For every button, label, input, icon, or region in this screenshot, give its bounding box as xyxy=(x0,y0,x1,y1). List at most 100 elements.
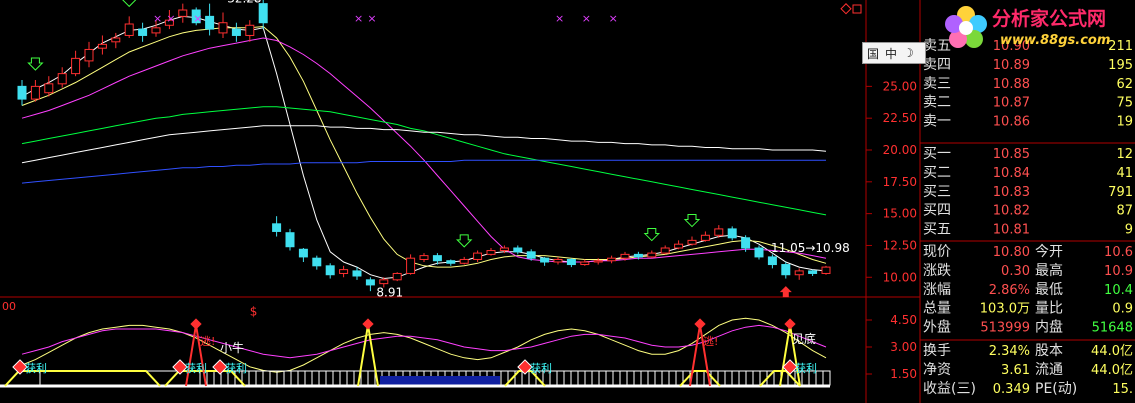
top-x-marker: × xyxy=(153,12,162,25)
bid-price: 10.82 xyxy=(993,204,1030,219)
fin-value: 3.61 xyxy=(1001,363,1030,378)
price-tick-label: 17.50 xyxy=(883,175,917,189)
bid-price: 10.84 xyxy=(993,166,1030,181)
candle-body xyxy=(57,73,67,85)
stock-chart-canvas: 27.5025.0022.5020.0017.5015.0012.5010.00… xyxy=(0,0,1135,403)
price-tick-label: 12.50 xyxy=(883,238,917,252)
ime-lang-icon[interactable]: 国 xyxy=(867,45,879,62)
bid-label: 买三 xyxy=(923,184,951,200)
site-logo: 分析家公式网 www.88gs.com xyxy=(938,4,1135,50)
stat-value: 103.0万 xyxy=(980,302,1030,317)
candle-body xyxy=(446,260,456,264)
right-price-label: 11.05→10.98 xyxy=(771,241,850,255)
logo-url: www.88gs.com xyxy=(1000,33,1110,48)
stat-label: 内盘 xyxy=(1035,319,1063,336)
candle-body xyxy=(339,269,349,274)
indicator-tick-label: 1.50 xyxy=(890,367,917,381)
fin-label: 收益(三) xyxy=(923,381,976,397)
candle-body xyxy=(633,253,643,258)
stat-value: 10.4 xyxy=(1104,283,1133,298)
candle-body xyxy=(71,57,81,75)
ask-price: 10.88 xyxy=(993,77,1030,92)
candle-body xyxy=(124,23,134,36)
candle-body xyxy=(379,279,389,285)
stat-label: 今开 xyxy=(1035,244,1063,260)
candle-body xyxy=(767,256,777,266)
moon-icon[interactable]: ☽ xyxy=(903,46,914,60)
candle-body xyxy=(526,251,536,259)
candle-body xyxy=(647,252,657,258)
candle-body xyxy=(741,237,751,249)
candle-body xyxy=(794,270,804,276)
ime-mode-label[interactable]: 中 xyxy=(885,45,897,62)
candle-body xyxy=(553,258,563,263)
ask-price: 10.86 xyxy=(993,115,1030,130)
bid-volume: 791 xyxy=(1108,185,1133,200)
candle-body xyxy=(218,22,228,34)
top-x-marker: × xyxy=(582,12,591,25)
candle-body xyxy=(499,247,509,252)
candle-body xyxy=(245,24,255,36)
candle-body xyxy=(540,257,550,263)
flower-logo-icon: 分析家公式网 www.88gs.com xyxy=(945,6,1110,48)
stat-value: 2.86% xyxy=(989,283,1030,298)
price-tick-label: 25.00 xyxy=(883,79,917,93)
candle-body xyxy=(44,83,54,94)
price-tick-label: 20.00 xyxy=(883,143,917,157)
ask-volume: 75 xyxy=(1116,96,1133,111)
ask-volume: 62 xyxy=(1116,77,1133,92)
candle-body xyxy=(660,247,670,254)
band-blue-block xyxy=(380,376,500,385)
indicator-tick-label: 3.00 xyxy=(890,340,917,354)
candle-body xyxy=(285,232,295,248)
stat-label: 涨跌 xyxy=(923,263,951,279)
ask-label: 卖二 xyxy=(923,95,951,111)
indicator-label-xiaoniu: 小牛 xyxy=(220,340,244,355)
candle-body xyxy=(566,258,576,266)
top-x-marker: × xyxy=(555,12,564,25)
dollar-marker: $ xyxy=(250,304,258,318)
fin-label: PE(动) xyxy=(1035,381,1077,397)
bid-label: 买四 xyxy=(923,203,951,219)
price-tick-label: 10.00 xyxy=(883,270,917,284)
candle-body xyxy=(352,270,362,277)
top-x-marker: × xyxy=(354,12,363,25)
escape-label: 逃! xyxy=(200,335,215,348)
ask-label: 卖三 xyxy=(923,76,951,92)
ime-toolbar[interactable]: 国 中 ☽ xyxy=(862,42,926,64)
candle-body xyxy=(138,28,148,36)
stat-label: 最高 xyxy=(1035,262,1063,279)
high-price-label: 32.28 xyxy=(227,0,261,5)
fin-label: 股本 xyxy=(1035,343,1063,359)
candle-body xyxy=(808,270,818,274)
candle-body xyxy=(473,252,483,260)
stat-value: 513999 xyxy=(980,321,1030,336)
signal-label: 获利 xyxy=(795,362,817,375)
fin-value: 44.0亿 xyxy=(1091,363,1133,378)
top-x-marker: × xyxy=(367,12,376,25)
bid-volume: 12 xyxy=(1116,147,1133,162)
stat-value: 0.30 xyxy=(1001,264,1030,279)
signal-label: 获利 xyxy=(185,362,207,375)
candle-body xyxy=(84,48,94,62)
candle-body xyxy=(272,223,282,232)
ask-price: 10.87 xyxy=(993,96,1030,111)
fin-value: 44.0亿 xyxy=(1091,344,1133,359)
signal-label: 获利 xyxy=(225,362,247,375)
logo-title: 分析家公式网 xyxy=(992,7,1106,30)
bid-price: 10.81 xyxy=(993,223,1030,238)
escape-label: 逃! xyxy=(703,335,718,348)
fin-value: 15. xyxy=(1112,382,1133,397)
candle-body xyxy=(821,266,831,274)
candle-body xyxy=(151,27,161,34)
candle-body xyxy=(607,257,617,262)
candle-body xyxy=(298,248,308,258)
candle-body xyxy=(700,234,710,241)
stat-value: 10.6 xyxy=(1104,245,1133,260)
candle-body xyxy=(580,261,590,266)
candle-body xyxy=(727,228,737,239)
ask-volume: 19 xyxy=(1116,115,1133,130)
stat-label: 总量 xyxy=(923,301,951,317)
candle-body xyxy=(111,37,121,43)
candle-body xyxy=(754,247,764,258)
